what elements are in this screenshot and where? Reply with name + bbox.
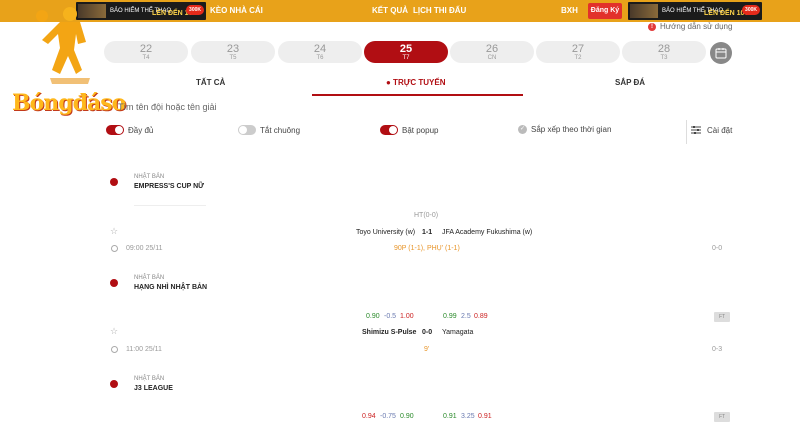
clock-icon xyxy=(111,245,118,252)
nav-ket-qua[interactable]: KẾT QUẢ xyxy=(372,0,408,22)
corner-count: 0-0 xyxy=(712,245,723,252)
filter-sort-time[interactable]: ✓ Sắp xếp theo thời gian xyxy=(518,125,611,134)
date-selector: 22 T4 23 T5 24 T6 25 T7 26 CN 27 T2 28 T3 xyxy=(104,41,708,63)
filter-full[interactable]: Đầy đủ xyxy=(106,125,153,135)
away-team[interactable]: JFA Academy Fukushima (w) xyxy=(442,229,532,236)
date-item[interactable]: 23 T5 xyxy=(191,41,275,63)
home-team[interactable]: Toyo University (w) xyxy=(356,229,415,236)
toggle-on-icon[interactable] xyxy=(380,125,398,135)
league-country: NHẬT BẢN xyxy=(134,376,165,382)
banner-amount: 300K xyxy=(186,5,204,15)
match-score[interactable]: 1-1 xyxy=(422,229,432,236)
banner-amount: 300K xyxy=(742,5,760,15)
league-name[interactable]: J3 LEAGUE xyxy=(134,385,173,392)
logo-footballer-icon[interactable] xyxy=(30,4,102,92)
odds-home-1[interactable]: 0.90 xyxy=(366,313,380,320)
odds-home-3[interactable]: 0.90 xyxy=(400,413,414,420)
league-name[interactable]: HẠNG NHÌ NHẬT BẢN xyxy=(134,284,207,291)
promo-banner-right[interactable]: BẢO HIỂM THỂ THAO LÊN ĐẾN 10% 300K xyxy=(628,2,762,20)
tab-upcoming[interactable]: SẮP ĐÁ xyxy=(615,78,645,87)
league-name[interactable]: EMPRESS'S CUP NỮ xyxy=(134,183,204,190)
odds-home-1[interactable]: 0.94 xyxy=(362,413,376,420)
ft-badge: FT xyxy=(714,412,730,422)
favorite-star-icon[interactable]: ☆ xyxy=(110,326,118,337)
tab-all[interactable]: TẤT CẢ xyxy=(196,78,225,87)
register-button[interactable]: Đăng Ký xyxy=(588,3,622,19)
odds-away-3[interactable]: 0.91 xyxy=(478,413,492,420)
date-item[interactable]: 26 CN xyxy=(450,41,534,63)
odds-home-3[interactable]: 1.00 xyxy=(400,313,414,320)
settings-button[interactable]: Cài đặt xyxy=(690,125,732,135)
match-tabs: TẤT CẢ ● TRỰC TUYẾN SẮP ĐÁ xyxy=(104,74,732,96)
ft-badge: FT xyxy=(714,312,730,322)
league-country: NHẬT BẢN xyxy=(134,174,165,180)
info-icon: ! xyxy=(648,22,656,31)
league-country: NHẬT BẢN xyxy=(134,275,165,281)
date-item[interactable]: 28 T3 xyxy=(622,41,706,63)
search-input[interactable]: Tìm tên đội hoặc tên giải xyxy=(118,102,217,112)
odds-away-1[interactable]: 0.99 xyxy=(443,313,457,320)
odds-away-1[interactable]: 0.91 xyxy=(443,413,457,420)
match-status: 90P (1-1), PHỤ' (1-1) xyxy=(394,245,460,252)
odds-home-2[interactable]: -0.75 xyxy=(380,413,396,420)
date-item-active[interactable]: 25 T7 xyxy=(364,41,448,63)
date-item[interactable]: 27 T2 xyxy=(536,41,620,63)
sliders-icon xyxy=(691,126,701,134)
filter-mute[interactable]: Tắt chuông xyxy=(238,125,300,135)
league-flag-icon xyxy=(110,279,118,287)
active-tab-indicator xyxy=(312,94,523,96)
toggle-on-icon[interactable] xyxy=(106,125,124,135)
filter-popup[interactable]: Bật popup xyxy=(380,125,438,135)
check-icon: ✓ xyxy=(518,125,527,134)
odds-away-2[interactable]: 3.25 xyxy=(461,413,475,420)
calendar-icon xyxy=(715,48,727,59)
divider xyxy=(686,120,687,144)
date-item[interactable]: 24 T6 xyxy=(278,41,362,63)
clock-icon xyxy=(111,346,118,353)
filter-bar: Đầy đủ Tắt chuông Bật popup ✓ Sắp xếp the… xyxy=(106,123,732,139)
date-item[interactable]: 22 T4 xyxy=(104,41,188,63)
match-time: 09:00 25/11 xyxy=(126,245,163,252)
guide-label: Hướng dẫn sử dụng xyxy=(660,22,733,31)
home-team[interactable]: Shimizu S-Pulse xyxy=(362,329,416,336)
match-time: 11:00 25/11 xyxy=(126,346,162,353)
away-team[interactable]: Yamagata xyxy=(442,329,473,336)
league-flag-icon xyxy=(110,380,118,388)
league-flag-icon xyxy=(110,178,118,186)
toggle-off-icon[interactable] xyxy=(238,125,256,135)
odds-home-2[interactable]: -0.5 xyxy=(384,313,396,320)
user-guide-link[interactable]: ! Hướng dẫn sử dụng xyxy=(648,22,732,31)
favorite-star-icon[interactable]: ☆ xyxy=(110,226,118,237)
match-score[interactable]: 0-0 xyxy=(422,329,432,336)
divider xyxy=(134,205,206,206)
calendar-button[interactable] xyxy=(710,42,732,64)
match-status: 9' xyxy=(424,346,430,353)
nav-keo-nha-cai[interactable]: KÈO NHÀ CÁI xyxy=(210,0,263,22)
corner-count: 0-3 xyxy=(712,346,723,353)
tab-live[interactable]: ● TRỰC TUYẾN xyxy=(386,78,445,87)
odds-away-3[interactable]: 0.89 xyxy=(474,313,488,320)
nav-lich-thi-dau[interactable]: LỊCH THI ĐẤU xyxy=(413,0,466,22)
halftime-score: HT(0-0) xyxy=(414,212,439,219)
nav-bxh[interactable]: BXH xyxy=(561,0,578,22)
banner-image xyxy=(630,4,658,18)
odds-away-2[interactable]: 2.5 xyxy=(461,313,471,320)
